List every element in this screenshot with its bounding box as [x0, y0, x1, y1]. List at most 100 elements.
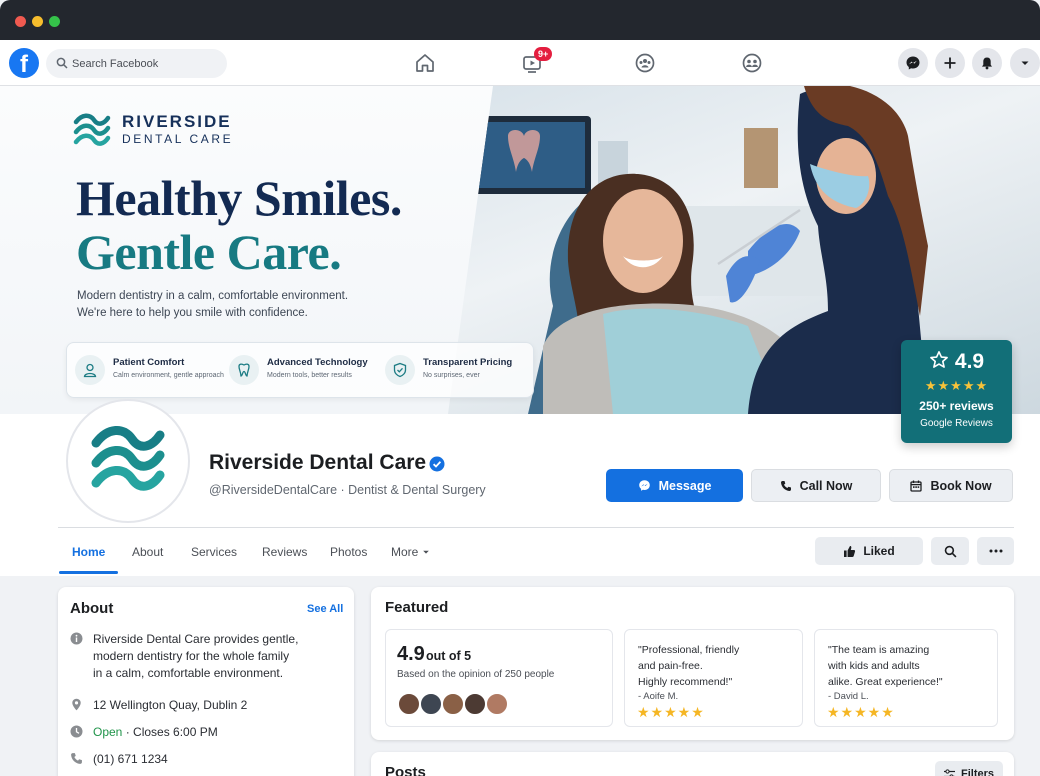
review-quote-line: "Professional, friendly [638, 644, 740, 656]
active-tab-indicator [59, 571, 118, 574]
liked-button[interactable]: Liked [815, 537, 923, 565]
info-icon [70, 632, 83, 645]
review-card[interactable]: "The team is amazing with kids and adult… [814, 629, 998, 727]
window-titlebar [0, 0, 1040, 40]
rating-stars: ★★★★★ [924, 378, 989, 393]
more-options-button[interactable] [977, 537, 1014, 565]
open-status: Open [93, 725, 123, 739]
review-quote-line: Highly recommend!" [638, 676, 733, 688]
review-quote: "Professional, friendly and pain-free. H… [638, 642, 739, 690]
riverside-logo-icon [73, 113, 111, 146]
cover-headline-2: Gentle Care. [76, 224, 342, 280]
about-phone: (01) 671 1234 [93, 752, 168, 766]
create-button[interactable] [935, 48, 965, 78]
review-author: - Aoife M. [638, 691, 679, 702]
star-outline-icon [929, 351, 948, 368]
person-icon [75, 355, 105, 385]
notifications-button[interactable] [972, 48, 1002, 78]
rating-summary-score: 4.9 [397, 643, 425, 665]
messenger-button[interactable] [898, 48, 928, 78]
rating-review-count: 250+ reviews [919, 399, 994, 413]
about-see-all-link[interactable]: See All [307, 603, 343, 615]
more-dots-icon [989, 549, 1002, 553]
message-button[interactable]: Message [606, 469, 743, 502]
review-quote: "The team is amazing with kids and adult… [828, 642, 943, 690]
groups-nav-icon[interactable] [631, 49, 659, 77]
home-nav-icon[interactable] [411, 49, 439, 77]
search-input[interactable] [72, 49, 222, 78]
tab-services[interactable]: Services [191, 545, 237, 559]
rating-summary-card[interactable]: 4.9 out of 5 Based on the opinion of 250… [385, 629, 613, 727]
feature-title: Patient Comfort [113, 357, 185, 368]
rating-summary-out-of: out of 5 [426, 649, 472, 663]
tab-about[interactable]: About [132, 545, 163, 559]
community-nav-icon[interactable] [738, 49, 766, 77]
message-button-label: Message [658, 478, 712, 493]
closing-time: · Closes 6:00 PM [125, 725, 218, 739]
call-now-label: Call Now [799, 478, 853, 493]
riverside-logo-icon [91, 426, 165, 491]
book-now-button[interactable]: Book Now [889, 469, 1013, 502]
cover-features-strip: Patient Comfort Calm environment, gentle… [66, 342, 534, 398]
tab-more[interactable]: More [391, 545, 430, 559]
caret-down-icon [1021, 61, 1029, 65]
top-navbar: f [0, 40, 1040, 86]
about-description-line: in a calm, comfortable environment. [93, 666, 284, 680]
about-address: 12 Wellington Quay, Dublin 2 [93, 698, 248, 712]
reviewer-avatar [463, 692, 487, 716]
review-card[interactable]: "Professional, friendly and pain-free. H… [624, 629, 803, 727]
location-pin-icon [72, 698, 81, 711]
cover-tagline: Modern dentistry in a calm, comfortable … [77, 288, 397, 322]
google-rating-card[interactable]: 4.9 ★★★★★ 250+ reviews Google Reviews [901, 340, 1012, 443]
posts-title: Posts [385, 764, 426, 776]
messenger-icon [906, 56, 920, 70]
search-icon [944, 545, 956, 557]
about-card-title: About [70, 600, 114, 617]
book-now-label: Book Now [930, 478, 992, 493]
tab-photos[interactable]: Photos [330, 545, 367, 559]
video-notification-badge: 9+ [534, 47, 553, 61]
feature-subtitle: Modern tools, better results [267, 372, 352, 379]
search-box[interactable] [46, 49, 227, 78]
phone-icon [71, 753, 82, 764]
bell-icon [982, 57, 992, 70]
cover-brand-name: RIVERSIDE [122, 112, 232, 131]
profile-avatar[interactable] [66, 399, 190, 523]
minimize-window-button[interactable] [32, 16, 43, 27]
cover-tagline-line-1: Modern dentistry in a calm, comfortable … [77, 290, 349, 302]
call-now-button[interactable]: Call Now [751, 469, 881, 502]
review-author: - David L. [828, 691, 869, 702]
about-description-line: Riverside Dental Care provides gentle, [93, 632, 299, 646]
filter-sliders-icon [943, 769, 955, 776]
clock-icon [70, 725, 83, 738]
reviewer-avatar [441, 692, 465, 716]
tab-more-label: More [391, 545, 419, 559]
about-description-line: modern dentistry for the whole family [93, 649, 290, 663]
plus-icon [944, 57, 956, 69]
cover-brand-subtitle: DENTAL CARE [122, 132, 234, 146]
liked-label: Liked [863, 544, 895, 558]
tab-home[interactable]: Home [72, 545, 105, 559]
cover-photo[interactable]: RIVERSIDE DENTAL CARE Healthy Smiles. Ge… [0, 86, 1040, 414]
browser-window: f 9+ [0, 0, 1040, 776]
thumbs-up-icon [844, 545, 856, 557]
review-stars: ★★★★★ [827, 704, 895, 720]
review-quote-line: "The team is amazing [828, 644, 930, 656]
shield-check-icon [385, 355, 415, 385]
featured-title: Featured [385, 599, 449, 616]
close-window-button[interactable] [15, 16, 26, 27]
rating-source: Google Reviews [920, 418, 993, 429]
maximize-window-button[interactable] [49, 16, 60, 27]
account-menu-button[interactable] [1010, 48, 1040, 78]
posts-filters-button[interactable]: Filters [935, 761, 1003, 776]
verified-badge-icon [429, 456, 445, 472]
tab-reviews[interactable]: Reviews [262, 545, 307, 559]
rating-score: 4.9 [901, 350, 1012, 374]
facebook-logo-icon[interactable]: f [9, 48, 39, 78]
profile-divider [58, 527, 1014, 528]
page-search-button[interactable] [931, 537, 969, 565]
cover-headline-1: Healthy Smiles. [76, 170, 402, 226]
caret-down-icon [422, 550, 429, 554]
rating-score-value: 4.9 [954, 350, 985, 373]
review-quote-line: and pain-free. [638, 660, 703, 672]
